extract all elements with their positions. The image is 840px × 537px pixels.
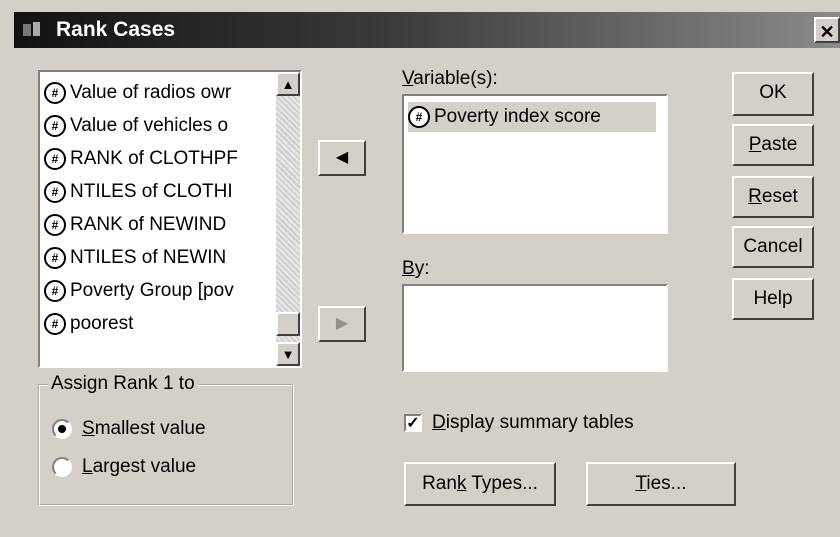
smallest-value-label: Smallest value (82, 418, 206, 439)
variables-list[interactable]: # Poverty index score (402, 94, 668, 234)
list-item[interactable]: # poorest (44, 307, 264, 340)
ok-button[interactable]: OK (732, 72, 814, 116)
rank-types-button[interactable]: Rank Types... (404, 462, 556, 506)
move-to-variables-button[interactable]: ◀ (318, 140, 366, 176)
scroll-thumb[interactable] (276, 312, 300, 336)
numeric-variable-icon: # (44, 114, 66, 137)
list-item[interactable]: # Value of vehicles o (44, 109, 264, 142)
numeric-variable-icon: # (44, 147, 66, 170)
list-scrollbar[interactable]: ▲ ▼ (276, 72, 300, 366)
list-item-label: NTILES of CLOTHI (70, 180, 233, 202)
smallest-value-radio[interactable]: Smallest value (52, 418, 206, 440)
list-item-label: RANK of CLOTHPF (70, 147, 238, 169)
numeric-variable-icon: # (44, 180, 66, 203)
cancel-button[interactable]: Cancel (732, 226, 814, 268)
list-item-label: RANK of NEWIND (70, 213, 227, 235)
by-list[interactable] (402, 284, 668, 372)
scroll-up-button[interactable]: ▲ (276, 72, 300, 96)
source-variable-list[interactable]: # Value of radios owr # Value of vehicles o… (38, 70, 302, 368)
variables-label: Variable(s): (402, 68, 498, 89)
radio-indicator[interactable] (52, 457, 72, 477)
arrow-left-icon: ◀ (335, 149, 349, 166)
largest-value-label: Largest value (82, 456, 197, 477)
radio-indicator[interactable] (52, 419, 72, 439)
checkbox-indicator[interactable]: ✓ (404, 414, 422, 432)
list-item[interactable]: # NTILES of CLOTHI (44, 175, 264, 208)
arrow-right-icon: ▶ (335, 315, 349, 332)
largest-value-radio[interactable]: Largest value (52, 456, 196, 478)
by-label: By: (402, 258, 430, 279)
variable-name: Poverty index score (434, 106, 601, 127)
list-item-label: Poverty Group [pov (70, 279, 234, 301)
numeric-variable-icon: # (44, 279, 66, 302)
paste-button[interactable]: Paste (732, 124, 814, 166)
display-summary-label: Display summary tables (432, 412, 634, 433)
list-item[interactable]: # Poverty Group [pov (44, 274, 264, 307)
list-item[interactable]: # NTILES of NEWIN (44, 241, 264, 274)
numeric-variable-icon: # (44, 246, 66, 269)
app-icon (23, 22, 40, 36)
numeric-variable-icon: # (44, 312, 66, 335)
rank-cases-dialog: Rank Cases ✕ # Value of radios owr # Value … (0, 0, 840, 537)
move-to-by-button[interactable]: ▶ (318, 306, 366, 342)
numeric-variable-icon: # (44, 81, 66, 104)
numeric-variable-icon: # (408, 106, 430, 128)
ties-button[interactable]: Ties... (586, 462, 736, 506)
variables-list-item[interactable]: # Poverty index score (408, 102, 656, 132)
list-item[interactable]: # RANK of NEWIND (44, 208, 264, 241)
scroll-down-button[interactable]: ▼ (276, 342, 300, 366)
title-bar[interactable]: Rank Cases ✕ (14, 12, 840, 48)
reset-button[interactable]: Reset (732, 176, 814, 218)
window-title: Rank Cases (56, 18, 176, 41)
source-variable-items: # Value of radios owr # Value of vehicles o… (44, 76, 264, 340)
list-item-label: poorest (70, 312, 134, 334)
list-item[interactable]: # Value of radios owr (44, 76, 264, 109)
display-summary-checkbox[interactable]: ✓ Display summary tables (404, 412, 634, 434)
list-item-label: Value of radios owr (70, 81, 232, 103)
help-button[interactable]: Help (732, 278, 814, 320)
list-item-label: Value of vehicles o (70, 114, 229, 136)
list-item-label: NTILES of NEWIN (70, 246, 227, 268)
close-button[interactable]: ✕ (814, 17, 840, 43)
numeric-variable-icon: # (44, 213, 66, 236)
assign-rank-group: Assign Rank 1 to Smallest value Largest … (38, 373, 294, 506)
assign-rank-legend: Assign Rank 1 to (48, 373, 198, 395)
list-item[interactable]: # RANK of CLOTHPF (44, 142, 264, 175)
